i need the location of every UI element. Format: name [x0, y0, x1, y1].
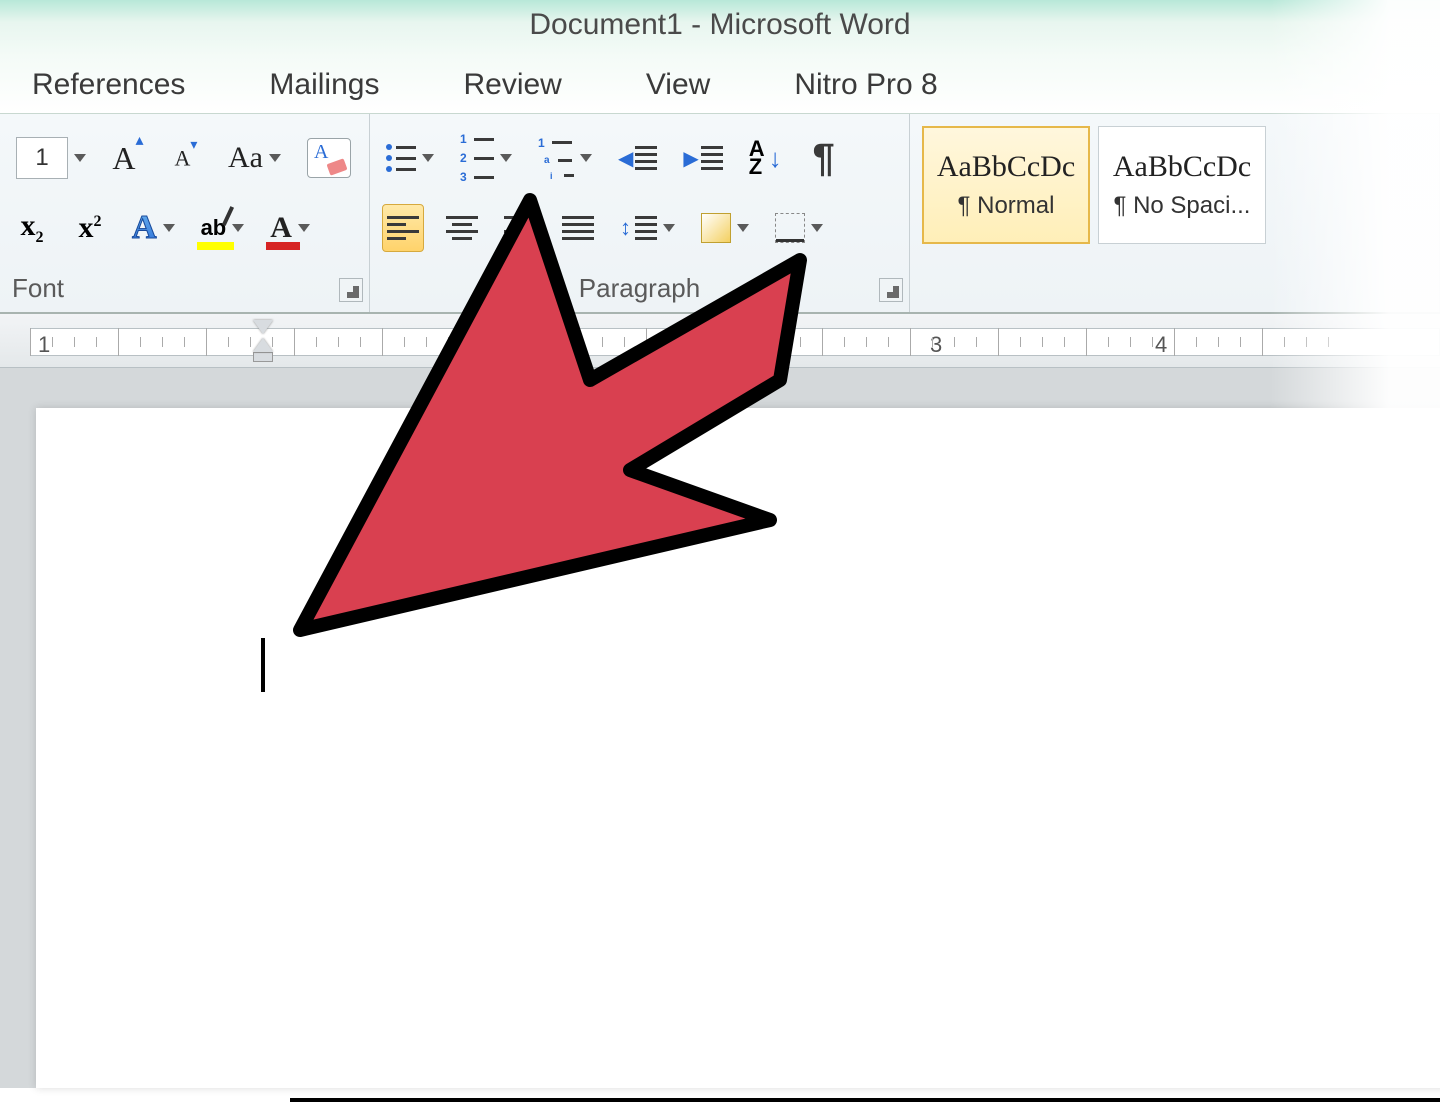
document-page[interactable]: [36, 408, 1440, 1088]
font-size-dropdown[interactable]: 1: [12, 134, 90, 182]
text-cursor: [261, 638, 265, 692]
chevron-down-icon: [298, 224, 310, 232]
style-sample: AaBbCcDc: [1113, 150, 1251, 184]
document-background: [0, 368, 1440, 1088]
highlight-button[interactable]: ab: [197, 204, 249, 252]
chevron-down-icon: [737, 224, 749, 232]
left-indent-icon: [253, 352, 273, 362]
style-name-label: ¶ Normal: [958, 192, 1055, 220]
chevron-down-icon: [422, 154, 434, 162]
tab-view[interactable]: View: [634, 62, 722, 108]
justify-icon: [562, 216, 594, 240]
ruler-number: 1: [38, 332, 50, 358]
style-name-label: ¶ No Spaci...: [1114, 192, 1251, 220]
font-color-button[interactable]: A: [266, 204, 314, 252]
grow-font-icon: A▴: [112, 140, 143, 177]
borders-icon: [775, 213, 805, 243]
chevron-down-icon: [232, 224, 244, 232]
eraser-icon: [307, 138, 351, 178]
tab-references[interactable]: References: [20, 62, 197, 108]
change-case-button[interactable]: Aa: [224, 134, 285, 182]
edge-fade: [1270, 0, 1440, 1080]
font-size-value: 1: [35, 144, 48, 172]
indent-marker[interactable]: [253, 320, 273, 362]
align-right-icon: [504, 216, 536, 240]
title-bar: Document1 - Microsoft Word: [0, 0, 1440, 56]
style-sample: AaBbCcDc: [937, 150, 1075, 184]
paragraph-group: 1 2 3 1 a i ◀ ▶: [370, 114, 910, 312]
horizontal-line: [290, 1098, 1440, 1102]
font-dialog-launcher[interactable]: [339, 278, 363, 302]
chevron-down-icon: [269, 154, 281, 162]
shrink-font-button[interactable]: A▾: [166, 134, 206, 182]
increase-indent-icon: ▶: [683, 146, 722, 171]
grow-font-button[interactable]: A▴: [108, 134, 148, 182]
paragraph-dialog-launcher[interactable]: [879, 278, 903, 302]
shading-icon: [701, 213, 731, 243]
chevron-down-icon: [580, 154, 592, 162]
clear-formatting-button[interactable]: [303, 134, 355, 182]
numbering-button[interactable]: 1 2 3: [456, 134, 516, 182]
font-group: 1 A▴ A▾ Aa x2 x2 A ab A: [0, 114, 370, 312]
multilevel-list-icon: 1 a i: [538, 136, 574, 181]
highlight-icon: ab: [201, 215, 227, 241]
align-center-button[interactable]: [442, 204, 482, 252]
increase-indent-button[interactable]: ▶: [679, 134, 726, 182]
borders-button[interactable]: [771, 204, 827, 252]
decrease-indent-icon: ◀: [618, 146, 657, 171]
tab-mailings[interactable]: Mailings: [257, 62, 391, 108]
pilcrow-icon: ¶: [813, 136, 835, 181]
justify-button[interactable]: [558, 204, 598, 252]
numbering-icon: 1 2 3: [460, 132, 494, 184]
chevron-down-icon: [811, 224, 823, 232]
align-left-icon: [387, 216, 419, 240]
bullets-button[interactable]: [382, 134, 438, 182]
align-center-icon: [446, 216, 478, 240]
style-no-spacing[interactable]: AaBbCcDc ¶ No Spaci...: [1098, 126, 1266, 244]
subscript-button[interactable]: x2: [12, 204, 52, 252]
superscript-icon: x2: [79, 211, 102, 245]
paragraph-group-label: Paragraph: [382, 269, 897, 312]
chevron-down-icon: [74, 154, 86, 162]
superscript-button[interactable]: x2: [70, 204, 110, 252]
shrink-font-icon: A▾: [175, 145, 198, 171]
window-title: Document1 - Microsoft Word: [529, 0, 910, 42]
style-normal[interactable]: AaBbCcDc ¶ Normal: [922, 126, 1090, 244]
hanging-indent-icon: [253, 338, 273, 352]
change-case-icon: Aa: [228, 141, 263, 175]
chevron-down-icon: [163, 224, 175, 232]
ruler-number: 4: [1155, 332, 1167, 358]
text-effects-icon: A: [132, 209, 157, 247]
bullets-icon: [386, 144, 416, 172]
first-line-indent-icon: [253, 320, 273, 334]
subscript-icon: x2: [21, 209, 44, 247]
tab-nitro-pro[interactable]: Nitro Pro 8: [782, 62, 949, 108]
line-spacing-button[interactable]: ↕: [616, 204, 679, 252]
decrease-indent-button[interactable]: ◀: [614, 134, 661, 182]
font-color-icon: A: [270, 211, 292, 245]
ribbon: 1 A▴ A▾ Aa x2 x2 A ab A: [0, 114, 1440, 314]
text-effects-button[interactable]: A: [128, 204, 179, 252]
sort-button[interactable]: AZ↓: [745, 134, 786, 182]
horizontal-ruler[interactable]: 1 3 4: [0, 314, 1440, 368]
tab-review[interactable]: Review: [451, 62, 573, 108]
align-right-button[interactable]: [500, 204, 540, 252]
font-group-label: Font: [12, 269, 357, 312]
line-spacing-icon: ↕: [620, 216, 657, 240]
sort-icon: AZ↓: [749, 140, 782, 176]
align-left-button[interactable]: [382, 204, 424, 252]
show-hide-button[interactable]: ¶: [804, 134, 844, 182]
multilevel-list-button[interactable]: 1 a i: [534, 134, 596, 182]
chevron-down-icon: [500, 154, 512, 162]
chevron-down-icon: [663, 224, 675, 232]
ribbon-tabs: References Mailings Review View Nitro Pr…: [0, 56, 1440, 114]
shading-button[interactable]: [697, 204, 753, 252]
